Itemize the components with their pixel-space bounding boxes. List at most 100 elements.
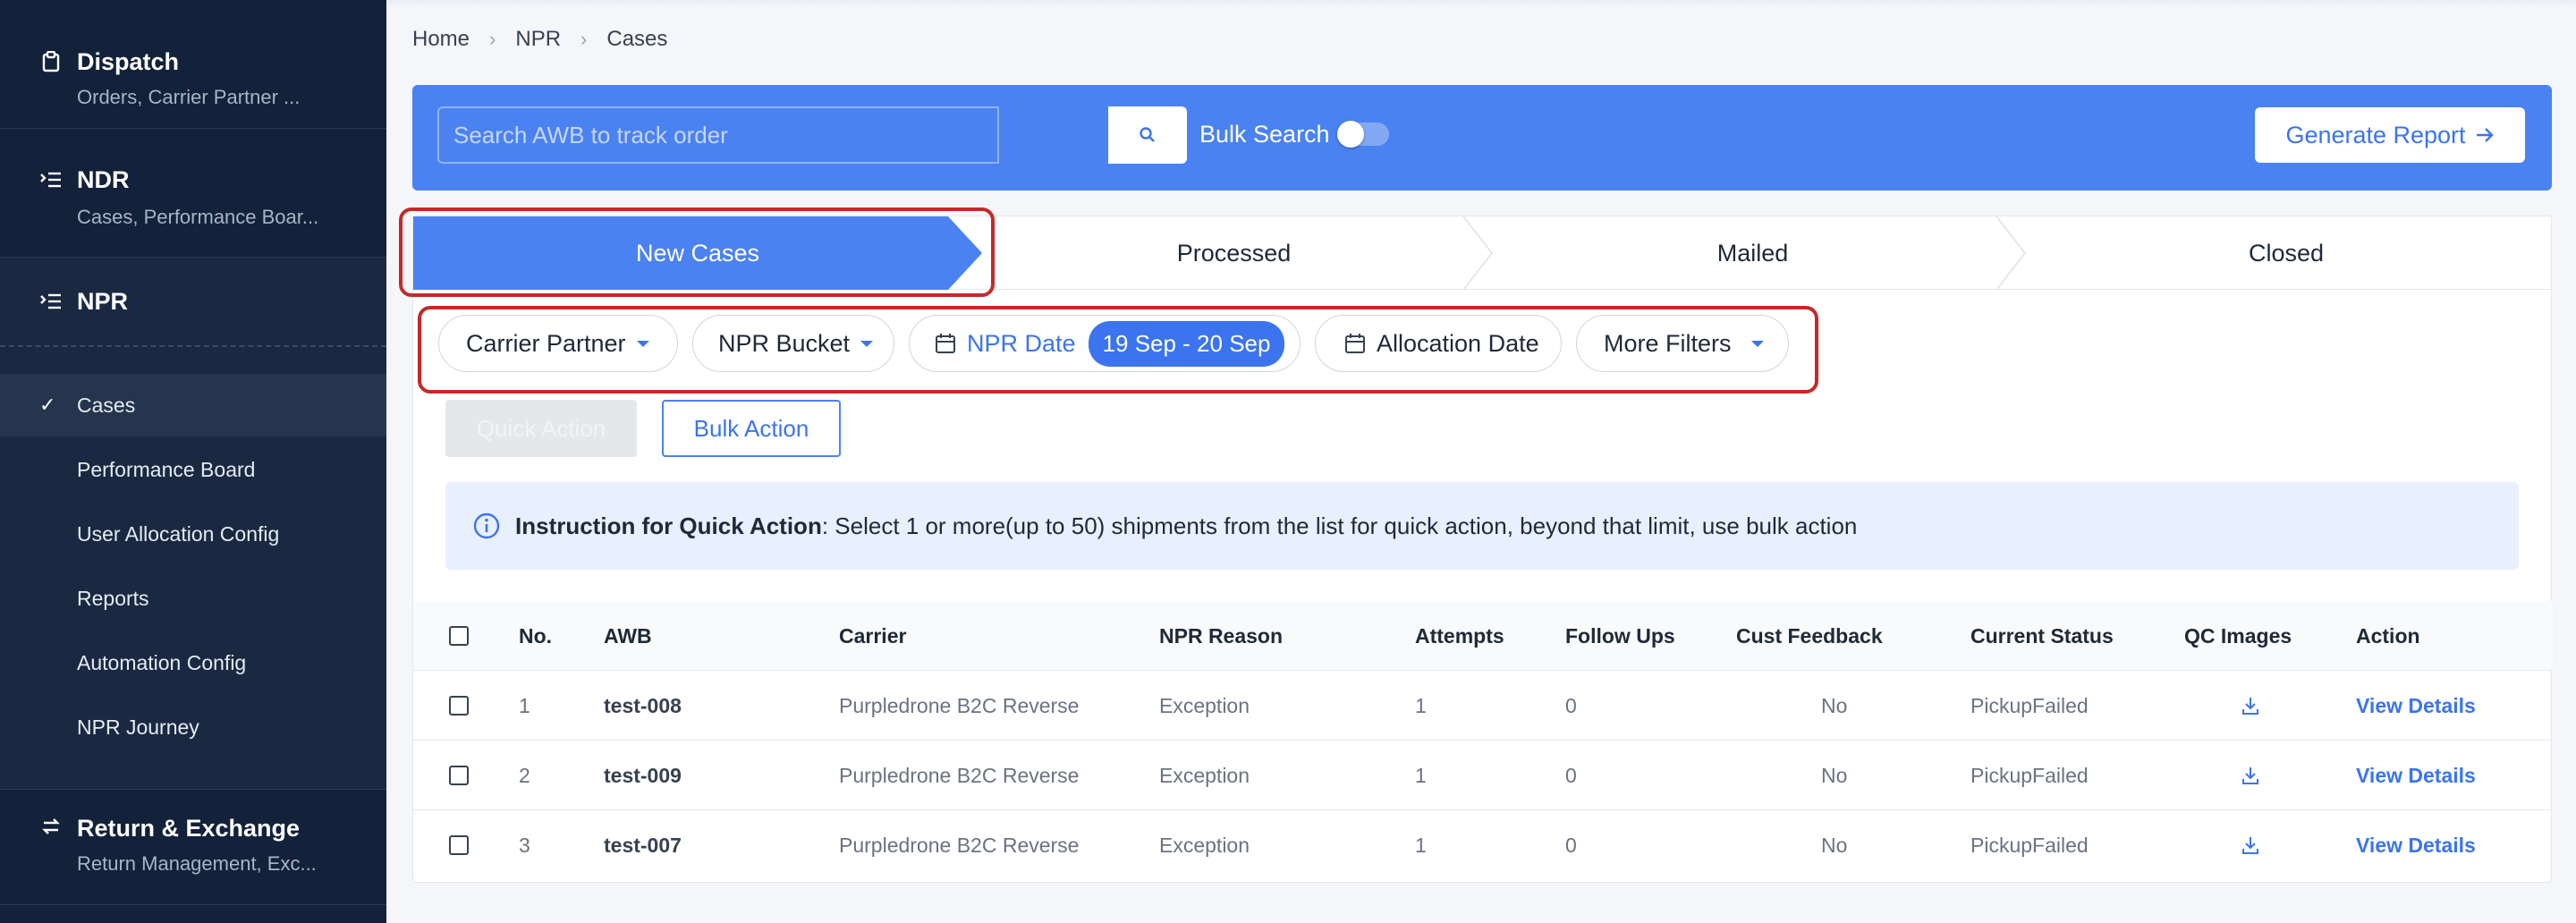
cell-no: 1 xyxy=(519,693,530,717)
check-icon: ✓ xyxy=(39,394,56,416)
highlight-tab-new-cases xyxy=(399,207,995,297)
col-cust-feedback: Cust Feedback xyxy=(1736,623,1883,648)
instruction-text: : Select 1 or more(up to 50) shipments f… xyxy=(821,512,1858,539)
instruction-title: Instruction for Quick Action xyxy=(515,512,822,539)
sidebar-item-reports[interactable]: Reports xyxy=(0,567,386,630)
list-icon xyxy=(39,290,63,313)
list-icon xyxy=(39,168,63,191)
table-row: 3 test-007 Purpledrone B2C Reverse Excep… xyxy=(413,810,2553,880)
sidebar-subtitle-dispatch: Orders, Carrier Partner ... xyxy=(77,86,301,108)
top-shadow xyxy=(386,0,2576,7)
sidebar-item-label: Automation Config xyxy=(77,650,247,674)
sidebar-item-label: Reports xyxy=(77,586,149,610)
table-row: 1 test-008 Purpledrone B2C Reverse Excep… xyxy=(413,671,2553,741)
cell-npr-reason: Exception xyxy=(1159,693,1250,717)
cell-carrier: Purpledrone B2C Reverse xyxy=(839,833,1080,857)
generate-report-label: Generate Report xyxy=(2285,121,2466,148)
sidebar-item-label: Performance Board xyxy=(77,457,256,481)
quick-action-instruction: Instruction for Quick Action : Select 1 … xyxy=(445,482,2519,570)
select-all-checkbox[interactable] xyxy=(449,601,469,671)
swap-icon xyxy=(39,815,63,838)
col-npr-reason: NPR Reason xyxy=(1159,623,1284,648)
cell-awb: test-008 xyxy=(604,693,682,717)
col-qc-images: QC Images xyxy=(2184,623,2292,648)
table-row: 2 test-009 Purpledrone B2C Reverse Excep… xyxy=(413,741,2553,810)
view-details-link[interactable]: View Details xyxy=(2356,671,2476,741)
col-follow-ups: Follow Ups xyxy=(1565,623,1675,648)
quick-action-button[interactable]: Quick Action xyxy=(445,400,637,457)
bulk-action-button[interactable]: Bulk Action xyxy=(662,400,841,457)
toggle-knob xyxy=(1337,121,1364,148)
sidebar-title-npr[interactable]: NPR xyxy=(77,288,128,316)
breadcrumb-cases: Cases xyxy=(606,27,668,51)
cell-npr-reason: Exception xyxy=(1159,763,1250,787)
cell-awb: test-009 xyxy=(604,763,682,787)
sidebar-divider xyxy=(0,345,386,347)
cell-npr-reason: Exception xyxy=(1159,833,1250,857)
breadcrumb-npr[interactable]: NPR xyxy=(515,27,561,52)
col-awb: AWB xyxy=(604,623,652,648)
tab-label: Mailed xyxy=(1716,239,1789,267)
cell-awb: test-007 xyxy=(604,833,682,857)
row-checkbox[interactable] xyxy=(449,671,469,741)
col-carrier: Carrier xyxy=(839,623,907,648)
cases-card: New Cases Processed Mailed Closed Carrie… xyxy=(399,207,2553,883)
chevron-right-icon: › xyxy=(489,28,496,50)
cell-current-status: PickupFailed xyxy=(1970,833,2089,857)
row-checkbox[interactable] xyxy=(449,741,469,810)
cell-no: 2 xyxy=(519,763,530,787)
sidebar-item-label: Cases xyxy=(77,393,136,417)
download-icon[interactable] xyxy=(2241,741,2260,810)
cell-cust-feedback: No xyxy=(1821,693,1848,717)
tab-closed[interactable]: Closed xyxy=(2020,216,2553,290)
cell-carrier: Purpledrone B2C Reverse xyxy=(839,693,1080,717)
arrow-right-icon xyxy=(2476,128,2494,142)
search-banner: Bulk Search Generate Report xyxy=(412,85,2552,191)
view-details-link[interactable]: View Details xyxy=(2356,741,2476,810)
cell-follow-ups: 0 xyxy=(1565,763,1577,787)
breadcrumb-home[interactable]: Home xyxy=(412,27,470,52)
col-action: Action xyxy=(2356,623,2420,648)
info-icon xyxy=(473,512,500,539)
bulk-search-label: Bulk Search xyxy=(1199,121,1330,148)
tab-mailed[interactable]: Mailed xyxy=(1486,216,2020,290)
cell-current-status: PickupFailed xyxy=(1970,693,2089,717)
sidebar-item-npr-journey[interactable]: NPR Journey xyxy=(0,696,386,758)
download-icon[interactable] xyxy=(2241,671,2260,741)
cell-attempts: 1 xyxy=(1415,763,1427,787)
sidebar-item-automation-config[interactable]: Automation Config xyxy=(0,631,386,694)
tab-processed[interactable]: Processed xyxy=(982,216,1486,290)
search-input[interactable] xyxy=(437,106,999,164)
table-header: No. AWB Carrier NPR Reason Attempts Foll… xyxy=(413,601,2553,671)
generate-report-button[interactable]: Generate Report xyxy=(2255,107,2525,163)
chevron-right-icon: › xyxy=(580,28,588,50)
cell-attempts: 1 xyxy=(1415,693,1427,717)
download-icon[interactable] xyxy=(2241,810,2260,880)
sidebar-item-user-allocation-config[interactable]: User Allocation Config xyxy=(0,503,386,565)
cell-cust-feedback: No xyxy=(1821,763,1848,787)
cell-attempts: 1 xyxy=(1415,833,1427,857)
breadcrumb: Home › NPR › Cases xyxy=(412,27,667,52)
search-button[interactable] xyxy=(1108,106,1187,164)
sidebar-item-label: User Allocation Config xyxy=(77,521,280,546)
sidebar-item-return-exchange[interactable]: Return & Exchange Return Management, Exc… xyxy=(0,789,386,905)
sidebar-item-label: NPR Journey xyxy=(77,715,199,739)
col-attempts: Attempts xyxy=(1415,623,1504,648)
sidebar-item-dispatch[interactable]: Dispatch Orders, Carrier Partner ... xyxy=(0,0,386,129)
cell-cust-feedback: No xyxy=(1821,833,1848,857)
clipboard-icon xyxy=(39,50,63,73)
sidebar-item-cases[interactable]: ✓ Cases xyxy=(0,374,386,436)
bulk-search-toggle[interactable] xyxy=(1337,121,1389,148)
col-current-status: Current Status xyxy=(1970,623,2114,648)
cell-current-status: PickupFailed xyxy=(1970,763,2089,787)
sidebar-item-performance-board[interactable]: Performance Board xyxy=(0,438,386,501)
cell-follow-ups: 0 xyxy=(1565,833,1577,857)
view-details-link[interactable]: View Details xyxy=(2356,810,2476,880)
sidebar: Dispatch Orders, Carrier Partner ... NDR… xyxy=(0,0,386,923)
search-icon xyxy=(1140,127,1155,142)
cell-follow-ups: 0 xyxy=(1565,693,1577,717)
row-checkbox[interactable] xyxy=(449,810,469,880)
tab-label: Processed xyxy=(1176,239,1292,267)
sidebar-item-ndr[interactable]: NDR Cases, Performance Boar... xyxy=(0,129,386,258)
col-no: No. xyxy=(519,623,553,648)
